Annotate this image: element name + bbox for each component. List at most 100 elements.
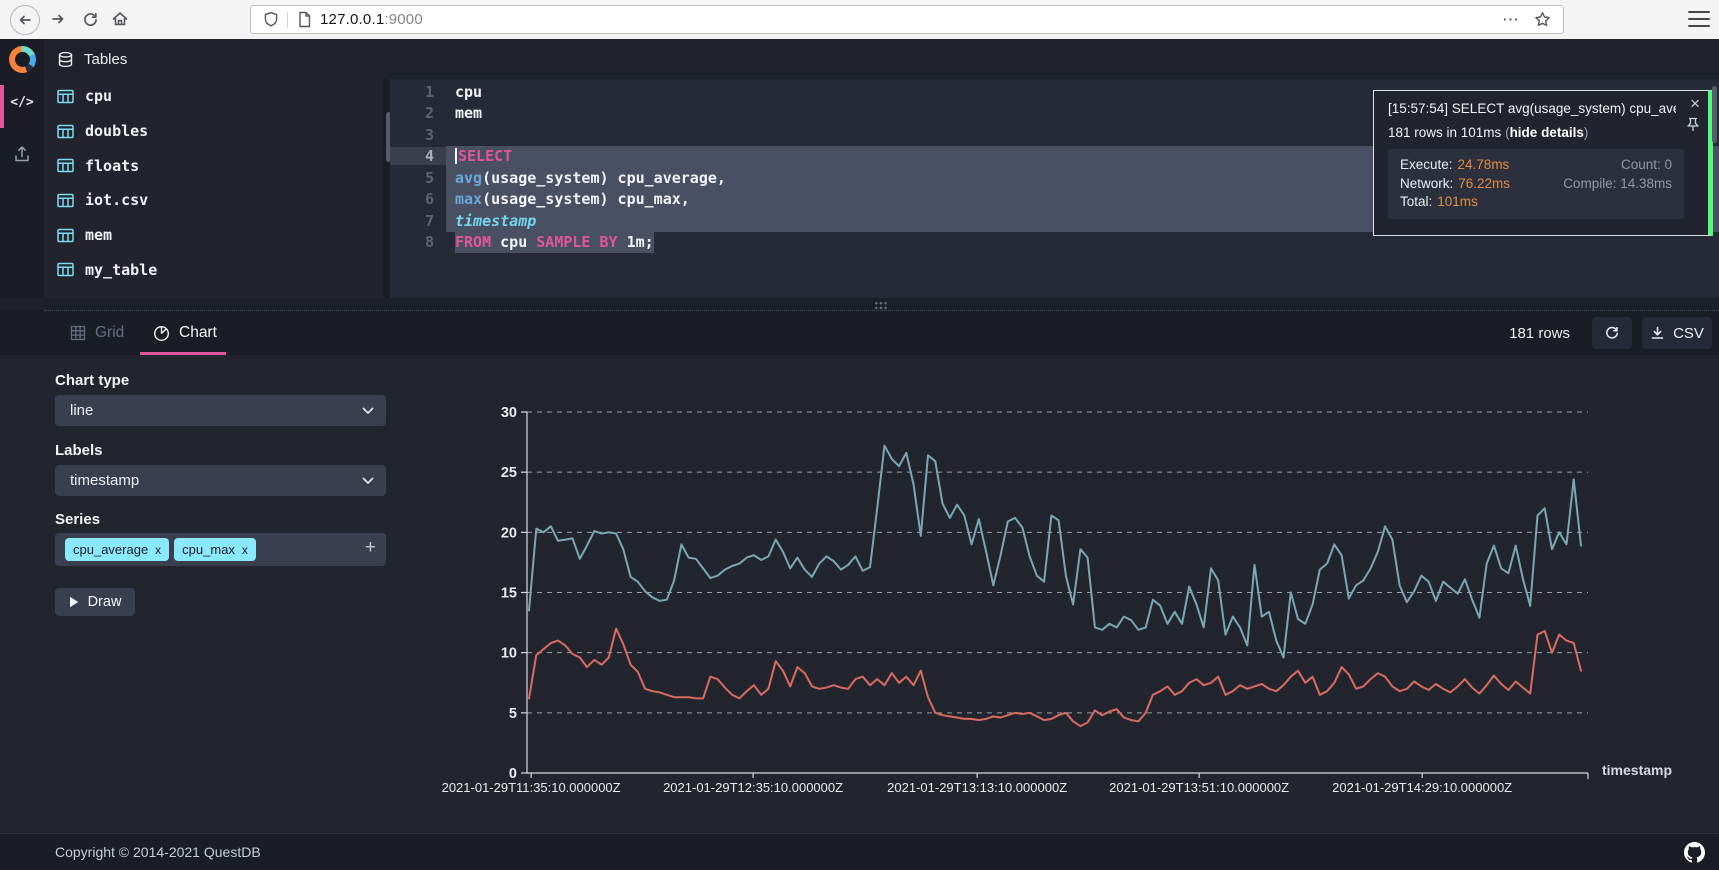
chart-tab-label: Chart (179, 324, 217, 342)
code-token: avg (455, 169, 482, 187)
tables-panel-header: Tables (44, 39, 383, 79)
browser-chrome: 127.0.0.1:9000 ⋯ (0, 0, 1719, 40)
table-name: iot.csv (85, 191, 148, 209)
refresh-results-button[interactable] (1592, 317, 1632, 349)
table-icon (57, 193, 74, 208)
stat-label: Execute: (1400, 156, 1453, 175)
stat-secondary: Count: 0 (1621, 156, 1672, 175)
table-name: doubles (85, 122, 148, 140)
series-chip-cpu_average[interactable]: cpu_average x (65, 538, 169, 561)
csv-button-label: CSV (1673, 325, 1704, 342)
questdb-logo[interactable] (0, 39, 44, 79)
stat-value: 76.22ms (1458, 175, 1510, 194)
table-list-item-mem[interactable]: mem (44, 218, 383, 253)
shield-icon[interactable] (263, 11, 279, 28)
remove-series-icon[interactable]: x (242, 543, 248, 557)
grid-tab-label: Grid (95, 324, 124, 342)
download-csv-button[interactable]: CSV (1642, 317, 1712, 349)
tab-chart[interactable]: Chart (153, 311, 217, 355)
url-separator (287, 12, 288, 28)
refresh-icon (1604, 325, 1620, 341)
code-token: (usage_system) cpu_max, (482, 190, 690, 208)
stat-row: Total:101ms (1400, 193, 1672, 212)
url-port: :9000 (384, 11, 423, 28)
rows-summary: 181 rows in 101ms (1388, 125, 1505, 140)
tables-panel-title: Tables (84, 51, 127, 68)
editor-scrollbar-thumb[interactable] (1712, 86, 1717, 143)
code-token: 1m; (618, 233, 654, 251)
browser-forward-button[interactable] (44, 5, 72, 33)
stat-row: Execute:24.78msCount: 0 (1400, 156, 1672, 175)
download-icon (1650, 326, 1665, 341)
browser-back-button[interactable] (10, 5, 40, 35)
stat-row: Network:76.22msCompile: 14.38ms (1400, 175, 1672, 194)
series-label: Series (55, 511, 100, 528)
table-list-item-iot.csv[interactable]: iot.csv (44, 183, 383, 218)
horizontal-resize-handle[interactable] (874, 301, 888, 310)
paren-close: ) (1584, 125, 1589, 140)
draw-button[interactable]: Draw (55, 588, 135, 616)
url-text[interactable]: 127.0.0.1:9000 (320, 11, 423, 28)
labels-label: Labels (55, 442, 103, 459)
github-icon[interactable] (1684, 842, 1705, 863)
table-name: mem (85, 226, 112, 244)
labels-value: timestamp (70, 472, 139, 489)
browser-reload-button[interactable] (76, 5, 104, 33)
text-cursor (455, 148, 457, 164)
table-icon (57, 124, 74, 139)
footer: Copyright © 2014-2021 QuestDB (0, 833, 1719, 870)
close-icon[interactable]: × (1690, 95, 1700, 112)
query-notification: [15:57:54] SELECT avg(usage_system) cpu_… (1373, 90, 1713, 236)
tab-grid[interactable]: Grid (70, 311, 124, 355)
line-number: 2 (390, 104, 446, 122)
series-field[interactable]: cpu_averagexcpu_maxx+ (55, 533, 386, 566)
remove-series-icon[interactable]: x (155, 543, 161, 557)
series-chip-label: cpu_average (73, 542, 148, 557)
table-icon (57, 89, 74, 104)
browser-home-button[interactable] (106, 5, 134, 33)
line-number: 5 (390, 169, 446, 187)
stat-label: Network: (1400, 175, 1453, 194)
pin-icon[interactable] (1687, 117, 1699, 132)
chart-type-select[interactable]: line (55, 395, 386, 426)
table-list-item-cpu[interactable]: cpu (44, 79, 383, 114)
row-count-label: 181 rows (1509, 311, 1570, 355)
back-arrow-icon (17, 12, 33, 28)
query-stats-box: Execute:24.78msCount: 0Network: 76.22ms Co… (1388, 149, 1684, 219)
series-chip-cpu_max[interactable]: cpu_maxx (174, 538, 256, 561)
line-number: 1 (390, 83, 446, 101)
table-list-item-floats[interactable]: floats (44, 148, 383, 183)
code-token: cpu (491, 233, 536, 251)
table-list-item-my_table[interactable]: my_table (44, 252, 383, 287)
hide-details-link[interactable]: hide details (1510, 125, 1584, 140)
url-bar[interactable]: 127.0.0.1:9000 ⋯ (250, 5, 1564, 34)
page-icon (297, 11, 312, 28)
table-icon (57, 228, 74, 243)
table-name: cpu (85, 87, 112, 105)
console-view-icon[interactable]: </> (0, 95, 44, 110)
line-number: 8 (390, 233, 446, 251)
copyright-text: Copyright © 2014-2021 QuestDB (55, 844, 261, 860)
reload-icon (82, 11, 99, 28)
draw-button-label: Draw (88, 594, 122, 610)
result-tab-bar: Grid Chart 181 rows CSV (0, 311, 1719, 355)
stat-label: Total: (1400, 193, 1432, 212)
code-token: mem (455, 104, 482, 122)
bookmark-star-icon[interactable] (1534, 11, 1551, 28)
chart-type-value: line (70, 402, 93, 419)
line-number: 7 (390, 212, 446, 230)
import-upload-icon[interactable] (13, 145, 31, 163)
table-name: floats (85, 157, 139, 175)
browser-menu-icon[interactable] (1688, 11, 1710, 27)
code-token: SAMPLE BY (536, 233, 617, 251)
database-icon (57, 51, 74, 68)
table-icon (57, 262, 74, 277)
chart-panel: Chart type line Labels timestamp Series … (0, 355, 1719, 832)
line-number: 4 (390, 147, 446, 165)
app-topbar: Tables Run (0, 39, 1719, 79)
add-series-button[interactable]: + (365, 537, 376, 559)
labels-select[interactable]: timestamp (55, 465, 386, 496)
table-list-item-doubles[interactable]: doubles (44, 114, 383, 149)
page-actions-icon[interactable]: ⋯ (1502, 15, 1520, 25)
code-token: SELECT (458, 147, 512, 165)
